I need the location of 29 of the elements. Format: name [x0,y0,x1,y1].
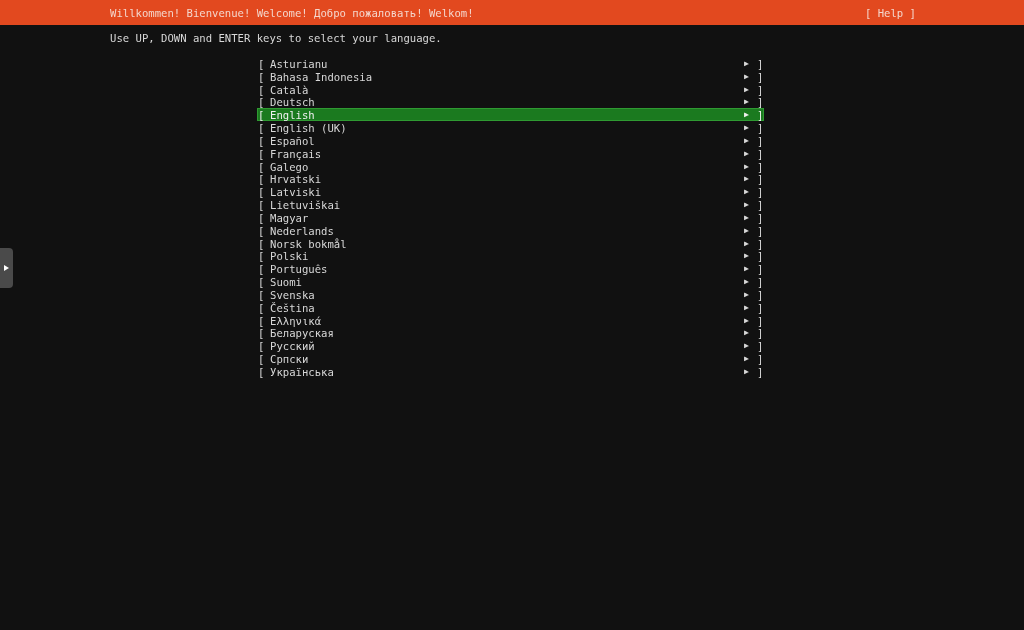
language-option[interactable]: [ Беларуская ▶ ] [257,326,764,340]
language-option[interactable]: [ English (UK) ▶ ] [257,121,764,134]
language-option[interactable]: [ Bahasa Indonesia ▶ ] [257,69,764,83]
language-option[interactable]: [ Svenska ▶ ] [257,287,764,301]
instruction-text: Use UP, DOWN and ENTER keys to select your language. [109,31,443,46]
language-option[interactable]: [ Português ▶ ] [257,262,764,276]
language-option[interactable]: [ Polski ▶ ] [257,249,764,263]
language-option[interactable]: [ Norsk bokmål ▶ ] [257,236,764,250]
language-option[interactable]: [ Français ▶ ] [257,146,764,160]
language-option[interactable]: [ Galego ▶ ] [257,159,764,173]
language-option[interactable]: [ Català ▶ ] [257,82,764,96]
language-option[interactable]: [ Español ▶ ] [257,133,764,147]
language-option[interactable]: [ Suomi ▶ ] [257,275,764,288]
language-option[interactable]: [ Magyar ▶ ] [257,210,764,224]
triangle-icon [4,265,9,271]
language-option[interactable]: [ Deutsch ▶ ] [257,95,764,109]
side-panel-handle[interactable] [0,248,13,288]
language-option[interactable]: [ Русский ▶ ] [257,339,764,353]
language-option[interactable]: [ English ▶ ] [257,108,764,122]
language-option[interactable]: [ Asturianu ▶ ] [257,57,764,70]
language-option[interactable]: [ Ελληνικά ▶ ] [257,313,764,327]
language-option[interactable]: [ Українська ▶ ] [257,364,764,378]
language-option[interactable]: [ Latviski ▶ ] [257,185,764,199]
language-option[interactable]: [ Lietuviškai ▶ ] [257,198,764,211]
language-option[interactable]: [ Српски ▶ ] [257,352,764,365]
language-option[interactable]: [ Nederlands ▶ ] [257,223,764,237]
language-option[interactable]: [ Čeština ▶ ] [257,300,764,314]
language-option[interactable]: [ Hrvatski ▶ ] [257,172,764,186]
welcome-title: Willkommen! Bienvenue! Welcome! Добро пожаловать! Welkom! [110,6,474,19]
